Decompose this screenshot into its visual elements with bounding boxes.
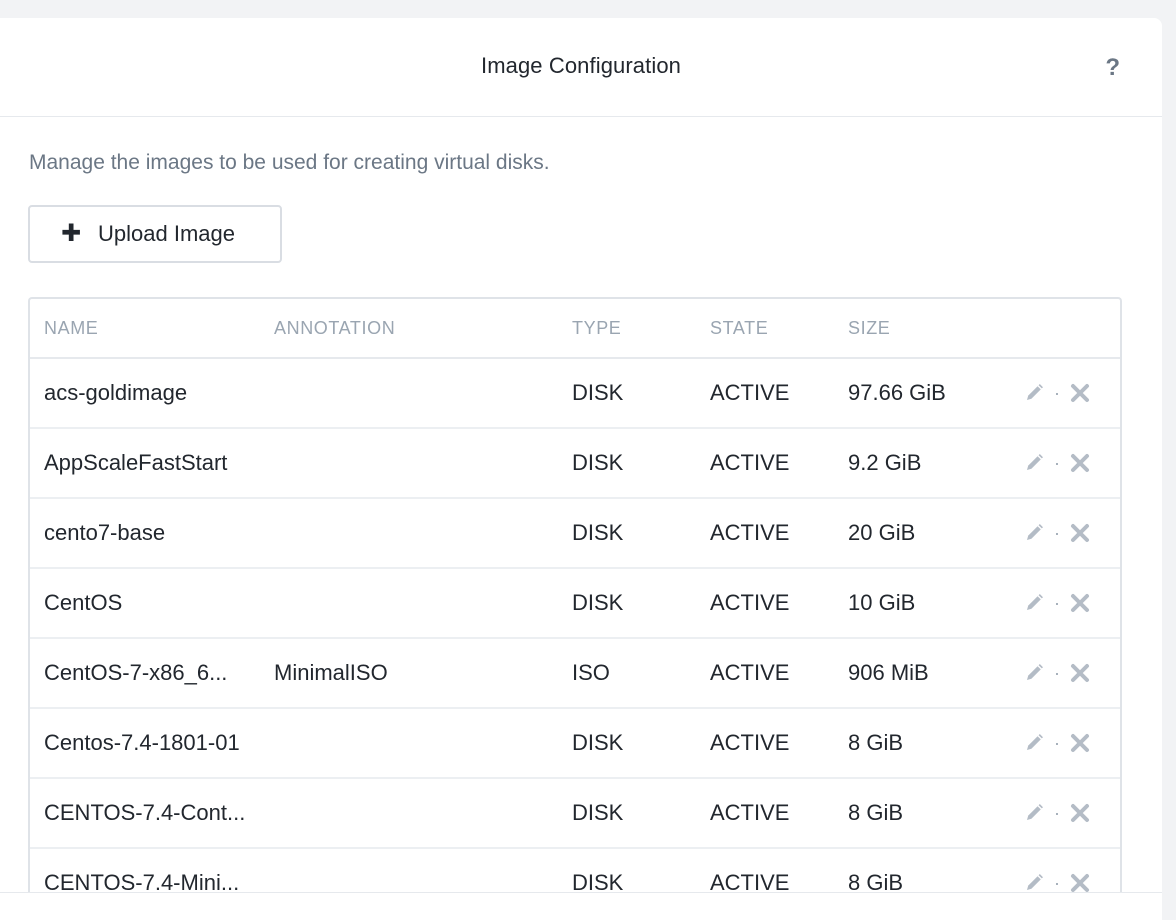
- help-icon[interactable]: ?: [1105, 54, 1120, 82]
- dialog-description: Manage the images to be used for creatin…: [29, 151, 550, 174]
- table-row[interactable]: acs-goldimage DISK ACTIVE 97.66 GiB ·: [30, 359, 1120, 429]
- action-separator: ·: [1054, 732, 1060, 753]
- image-name-cell: CentOS-7-x86_6...: [44, 660, 228, 685]
- column-header-size[interactable]: SIZE: [848, 318, 998, 339]
- table-row[interactable]: CentOS-7-x86_6... MinimalISO ISO ACTIVE …: [30, 639, 1120, 709]
- dialog-title: Image Configuration: [480, 53, 682, 78]
- table-row[interactable]: CENTOS-7.4-Cont... DISK ACTIVE 8 GiB ·: [30, 779, 1120, 849]
- image-size-cell: 10 GiB: [848, 590, 916, 615]
- upload-image-label: Upload Image: [98, 221, 235, 246]
- image-state-cell: ACTIVE: [710, 660, 790, 685]
- image-state-cell: ACTIVE: [710, 380, 790, 405]
- row-actions: ·: [998, 453, 1108, 474]
- dialog-footer-edge: [0, 892, 1162, 920]
- action-separator: ·: [1054, 872, 1060, 893]
- table-row[interactable]: Centos-7.4-1801-01 DISK ACTIVE 8 GiB ·: [30, 709, 1120, 779]
- image-annotation-cell: MinimalISO: [274, 660, 388, 685]
- column-header-state[interactable]: STATE: [710, 318, 848, 339]
- pencil-icon[interactable]: [1024, 663, 1044, 683]
- image-type-cell: DISK: [572, 520, 624, 545]
- image-size-cell: 20 GiB: [848, 520, 916, 545]
- image-state-cell: ACTIVE: [710, 520, 790, 545]
- row-actions: ·: [998, 523, 1108, 544]
- pencil-icon[interactable]: [1024, 873, 1044, 893]
- row-actions: ·: [998, 803, 1108, 824]
- pencil-icon[interactable]: [1024, 733, 1044, 753]
- close-icon[interactable]: [1070, 733, 1090, 753]
- image-size-cell: 8 GiB: [848, 800, 904, 825]
- action-separator: ·: [1054, 662, 1060, 683]
- images-table: NAME ANNOTATION TYPE STATE SIZE acs-gold…: [28, 297, 1122, 920]
- image-state-cell: ACTIVE: [710, 590, 790, 615]
- image-size-cell: 97.66 GiB: [848, 380, 946, 405]
- image-type-cell: DISK: [572, 590, 624, 615]
- dialog-header: Image Configuration ?: [0, 18, 1162, 117]
- image-name-cell: Centos-7.4-1801-01: [44, 730, 240, 755]
- row-actions: ·: [998, 593, 1108, 614]
- table-row[interactable]: cento7-base DISK ACTIVE 20 GiB ·: [30, 499, 1120, 569]
- action-separator: ·: [1054, 452, 1060, 473]
- image-type-cell: DISK: [572, 380, 624, 405]
- close-icon[interactable]: [1070, 523, 1090, 543]
- close-icon[interactable]: [1070, 453, 1090, 473]
- pencil-icon[interactable]: [1024, 803, 1044, 823]
- image-name-cell: cento7-base: [44, 520, 166, 545]
- pencil-icon[interactable]: [1024, 453, 1044, 473]
- action-separator: ·: [1054, 802, 1060, 823]
- action-separator: ·: [1054, 522, 1060, 543]
- pencil-icon[interactable]: [1024, 383, 1044, 403]
- image-type-cell: DISK: [572, 800, 624, 825]
- close-icon[interactable]: [1070, 593, 1090, 613]
- image-size-cell: 906 MiB: [848, 660, 929, 685]
- image-name-cell: acs-goldimage: [44, 380, 188, 405]
- image-state-cell: ACTIVE: [710, 450, 790, 475]
- close-icon[interactable]: [1070, 663, 1090, 683]
- column-header-name[interactable]: NAME: [30, 318, 274, 339]
- row-actions: ·: [998, 873, 1108, 894]
- pencil-icon[interactable]: [1024, 523, 1044, 543]
- image-size-cell: 9.2 GiB: [848, 450, 922, 475]
- table-row[interactable]: AppScaleFastStart DISK ACTIVE 9.2 GiB ·: [30, 429, 1120, 499]
- image-name-cell: AppScaleFastStart: [44, 450, 228, 475]
- image-name-cell: CentOS: [44, 590, 123, 615]
- image-state-cell: ACTIVE: [710, 730, 790, 755]
- action-separator: ·: [1054, 382, 1060, 403]
- close-icon[interactable]: [1070, 803, 1090, 823]
- pencil-icon[interactable]: [1024, 593, 1044, 613]
- close-icon[interactable]: [1070, 873, 1090, 893]
- table-header-row: NAME ANNOTATION TYPE STATE SIZE: [30, 299, 1120, 359]
- image-configuration-dialog: Image Configuration ? Manage the images …: [0, 18, 1162, 920]
- image-state-cell: ACTIVE: [710, 800, 790, 825]
- image-type-cell: DISK: [572, 450, 624, 475]
- row-actions: ·: [998, 663, 1108, 684]
- table-row[interactable]: CentOS DISK ACTIVE 10 GiB ·: [30, 569, 1120, 639]
- row-actions: ·: [998, 733, 1108, 754]
- image-type-cell: ISO: [572, 660, 610, 685]
- image-name-cell: CENTOS-7.4-Cont...: [44, 800, 246, 825]
- image-size-cell: 8 GiB: [848, 730, 904, 755]
- plus-icon: ✚: [60, 220, 82, 247]
- dialog-body: Manage the images to be used for creatin…: [0, 117, 1162, 920]
- table-body: acs-goldimage DISK ACTIVE 97.66 GiB · Ap…: [30, 359, 1120, 919]
- image-type-cell: DISK: [572, 730, 624, 755]
- action-separator: ·: [1054, 592, 1060, 613]
- row-actions: ·: [998, 383, 1108, 404]
- close-icon[interactable]: [1070, 383, 1090, 403]
- column-header-type[interactable]: TYPE: [572, 318, 710, 339]
- upload-image-button[interactable]: ✚ Upload Image: [28, 205, 282, 263]
- column-header-annotation[interactable]: ANNOTATION: [274, 318, 572, 339]
